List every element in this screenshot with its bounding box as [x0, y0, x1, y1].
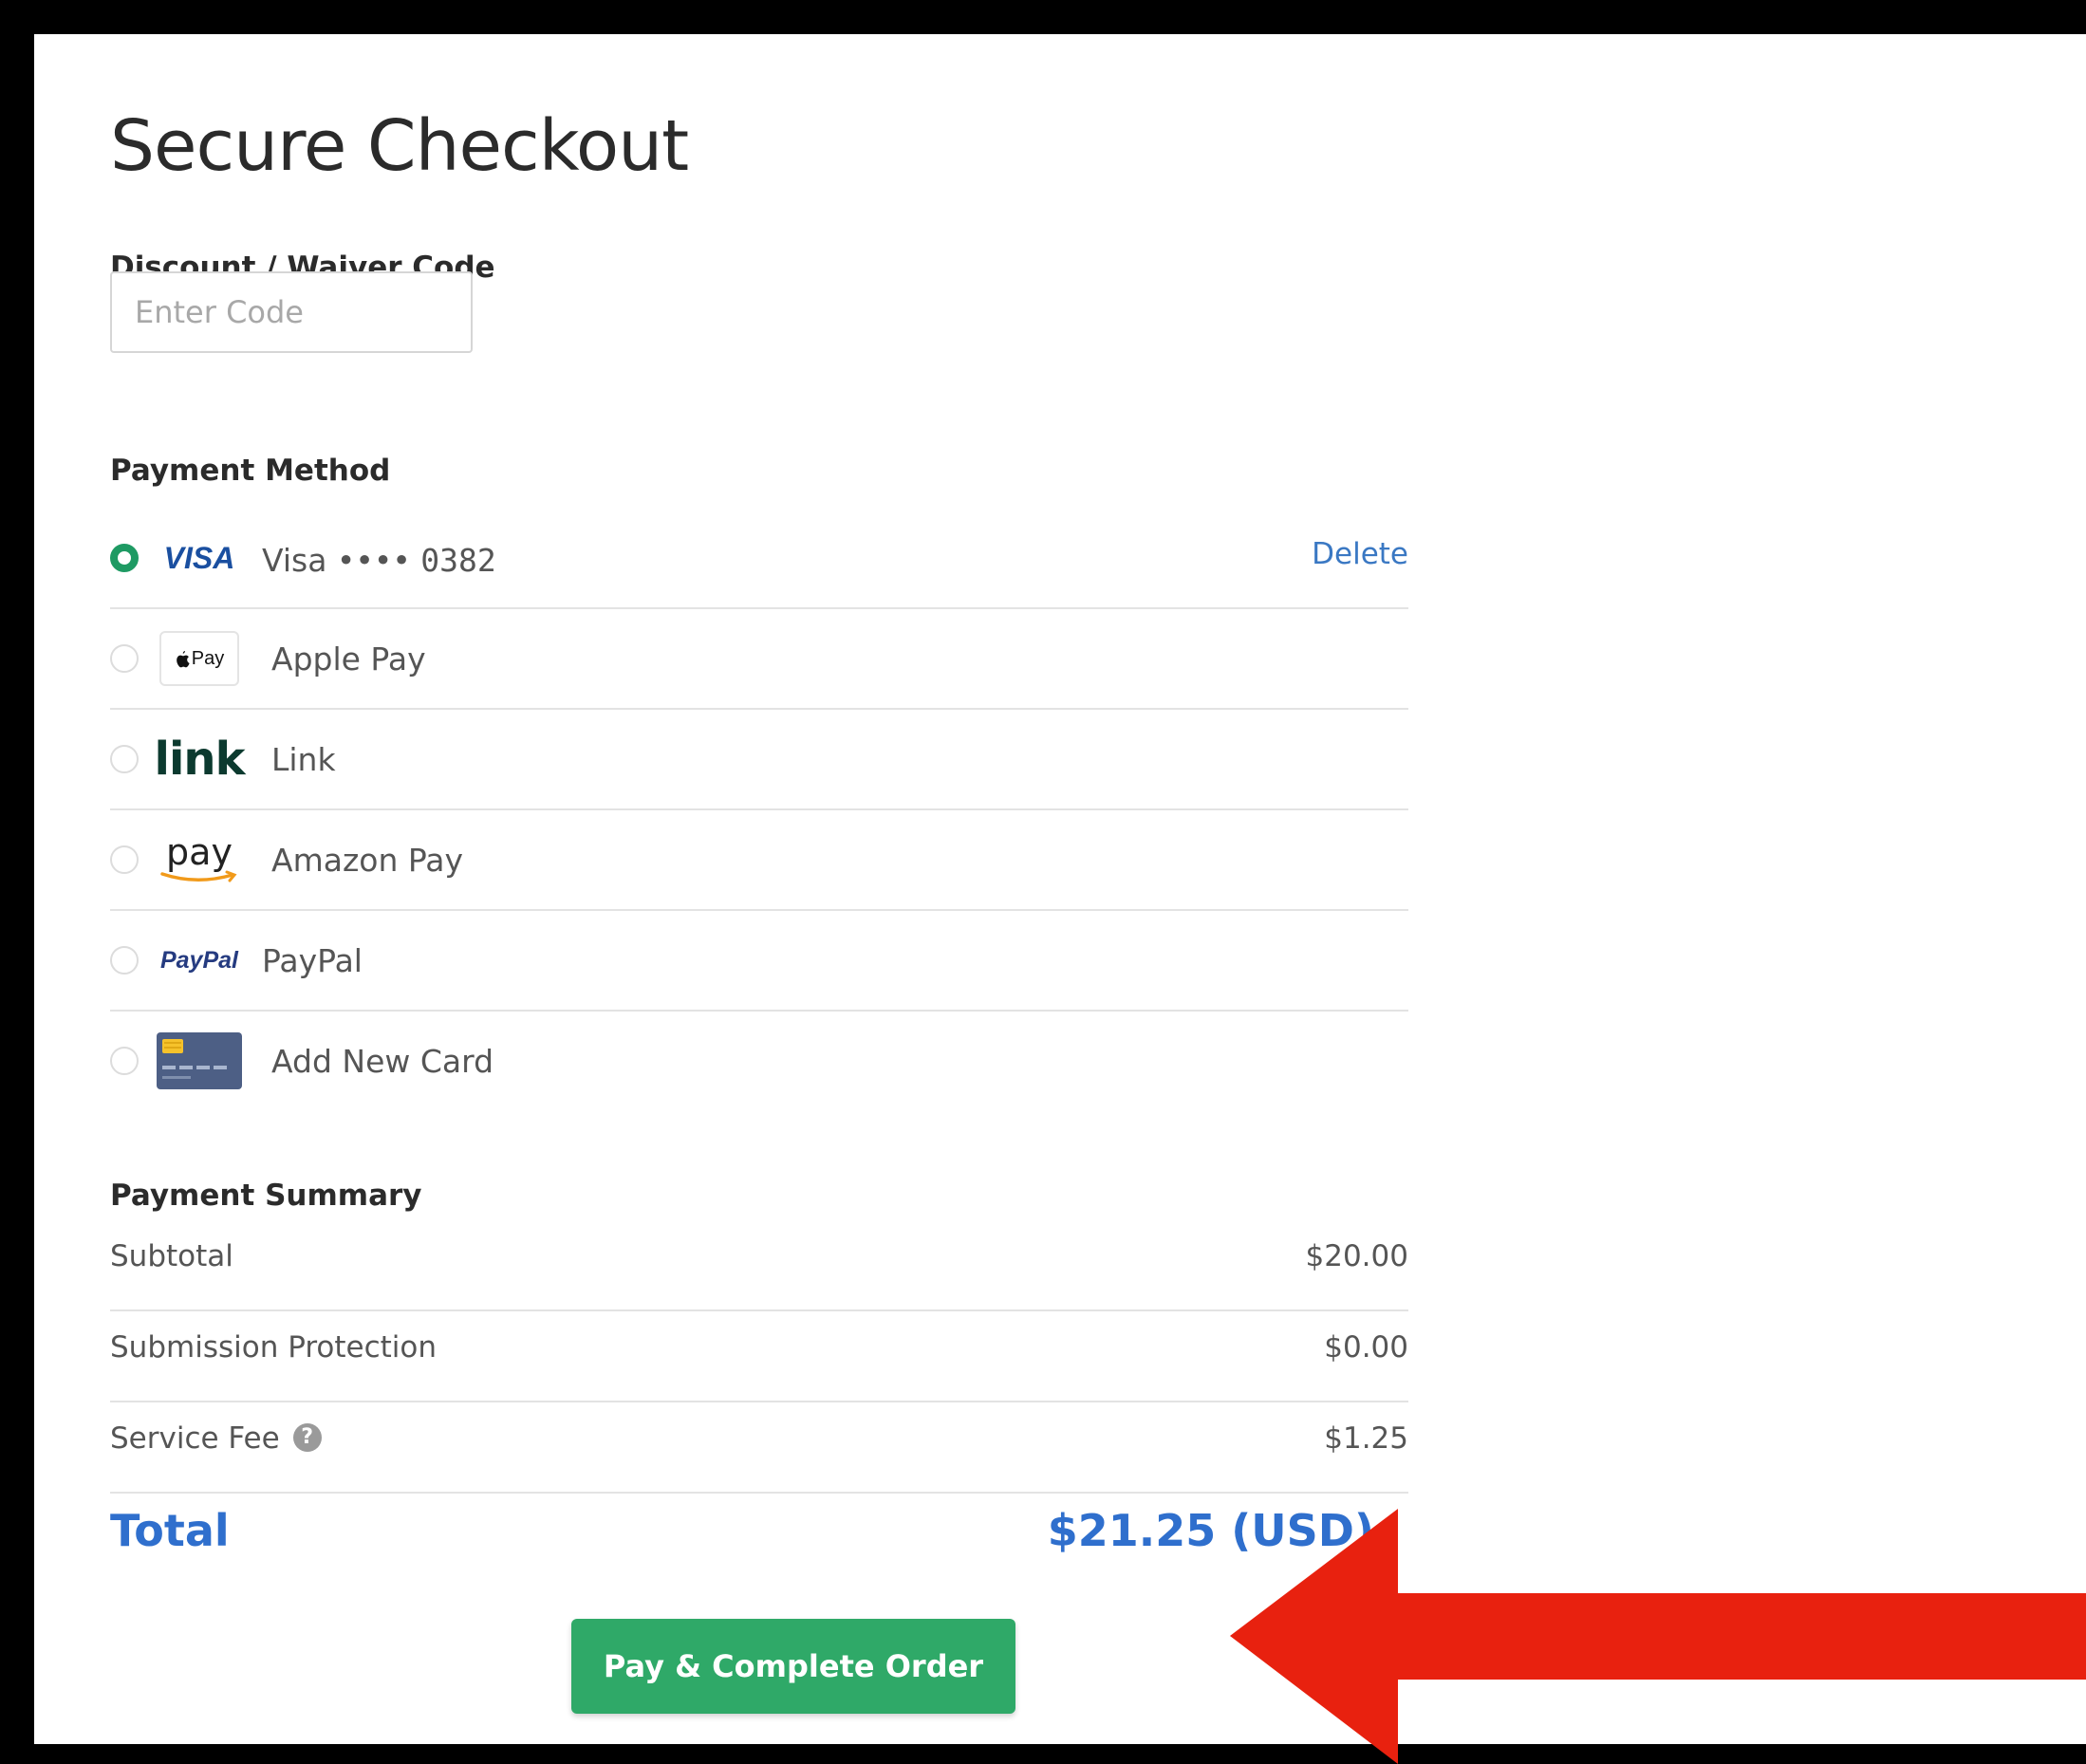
apple-pay-badge: Pay [159, 631, 239, 686]
apple-pay-label: Apple Pay [271, 641, 426, 678]
amazon-pay-label: Amazon Pay [271, 842, 464, 879]
amazon-smile-icon [160, 870, 237, 882]
payment-method-label: Payment Method [110, 454, 391, 488]
payment-option-add-card[interactable]: Add New Card [110, 1012, 1408, 1112]
radio-add-card[interactable] [110, 1047, 139, 1075]
payment-option-apple-pay[interactable]: Pay Apple Pay [110, 609, 1408, 710]
apple-icon [176, 650, 190, 667]
radio-apple-pay[interactable] [110, 644, 139, 673]
apple-pay-icon: Pay [156, 628, 243, 689]
link-logo-text: link [154, 733, 246, 786]
amazon-pay-icon: pay [156, 829, 243, 890]
discount-code-input[interactable] [110, 271, 473, 353]
help-icon[interactable]: ? [292, 1422, 322, 1452]
payment-option-paypal[interactable]: PayPal PayPal [110, 911, 1408, 1012]
payment-option-link[interactable]: link Link [110, 710, 1408, 810]
apple-pay-logo-text: Pay [191, 647, 225, 669]
payment-option-amazon-pay[interactable]: pay Amazon Pay [110, 810, 1408, 911]
page-title: Secure Checkout [110, 105, 689, 187]
radio-visa[interactable] [110, 544, 139, 572]
subtotal-value: $20.00 [1305, 1239, 1408, 1273]
paypal-logo-text: PayPal [159, 946, 238, 974]
subtotal-label: Subtotal [110, 1239, 233, 1273]
service-fee-label-text: Service Fee [110, 1421, 280, 1456]
link-icon: link [154, 729, 246, 789]
visa-logo-text: VISA [163, 540, 235, 575]
payment-option-visa[interactable]: VISA Visa •••• 0382 Delete [110, 509, 1408, 609]
paypal-label: PayPal [262, 942, 363, 979]
summary-row-subtotal: Subtotal $20.00 [110, 1220, 1408, 1311]
visa-icon: VISA [156, 528, 243, 588]
service-fee-value: $1.25 [1324, 1421, 1408, 1456]
radio-link[interactable] [110, 745, 139, 773]
annotation-arrow-icon [1230, 1509, 2086, 1764]
summary-row-service-fee: Service Fee ? $1.25 [110, 1402, 1408, 1494]
payment-summary-label: Payment Summary [110, 1179, 422, 1213]
visa-last4: 0382 [420, 542, 496, 579]
add-card-label: Add New Card [271, 1043, 494, 1080]
delete-card-link[interactable]: Delete [1312, 537, 1408, 571]
amazon-pay-logo-text: pay [166, 831, 233, 873]
visa-label-text: Visa •••• [262, 542, 411, 579]
service-fee-label: Service Fee ? [110, 1421, 322, 1456]
pay-complete-order-button[interactable]: Pay & Complete Order [571, 1619, 1015, 1714]
radio-amazon-pay[interactable] [110, 845, 139, 874]
card-graphic [157, 1032, 242, 1089]
total-label: Total [110, 1505, 230, 1556]
radio-paypal[interactable] [110, 946, 139, 975]
link-label: Link [271, 741, 336, 778]
paypal-icon: PayPal [156, 930, 243, 991]
protection-label: Submission Protection [110, 1330, 438, 1365]
protection-value: $0.00 [1324, 1330, 1408, 1365]
checkout-panel: Secure Checkout Discount / Waiver Code P… [34, 34, 2086, 1744]
credit-card-icon [156, 1031, 243, 1091]
visa-label: Visa •••• 0382 [262, 542, 496, 579]
summary-row-protection: Submission Protection $0.00 [110, 1311, 1408, 1402]
